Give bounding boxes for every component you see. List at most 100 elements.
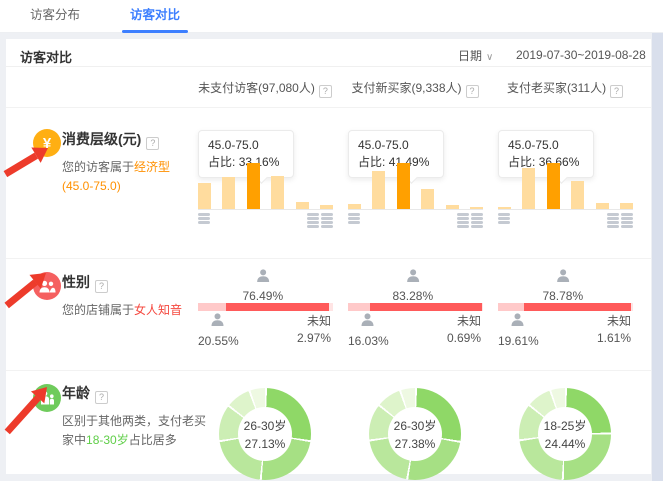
male-icon	[510, 313, 525, 330]
tooltip-range: 45.0-75.0	[508, 137, 584, 154]
gender-chart-unpaid: 76.49% 20.55% 未知 2.97%	[190, 258, 340, 370]
tab-visitor-compare[interactable]: 访客对比	[128, 0, 182, 33]
unknown-label: 未知	[297, 313, 331, 330]
age-bucket: 18-25岁	[544, 417, 587, 434]
tooltip-range: 45.0-75.0	[358, 137, 434, 154]
coins-low-icon	[498, 213, 510, 224]
female-icon	[405, 269, 420, 286]
chevron-down-icon: ∨	[486, 52, 493, 63]
consumption-level-row: ¥ 消费层级(元)? 您的访客属于经济型(45.0-75.0) 45.0-75.…	[6, 108, 651, 258]
gender-people-icon	[33, 272, 61, 300]
spend-scale	[348, 213, 483, 228]
age-donut-chart[interactable]: 26-30岁 27.13%	[219, 388, 311, 480]
gender-row: 性别? 您的店铺属于女人知音 76.49% 20.55%	[6, 258, 651, 370]
help-icon[interactable]: ?	[610, 85, 623, 98]
age-donut-chart[interactable]: 26-30岁 27.38%	[369, 388, 461, 480]
date-range-value[interactable]: 2019-07-30~2019-08-28	[516, 48, 646, 62]
consumption-bar-chart[interactable]	[348, 163, 483, 210]
donut-center-label: 18-25岁 24.44%	[519, 388, 611, 480]
age-row: 年龄? 区别于其他两类，支付老买家中18-30岁占比居多 26-30岁 27.1…	[6, 370, 651, 474]
gender-chart-new-buyers: 83.28% 16.03% 未知 0.69%	[340, 258, 490, 370]
female-icon	[555, 269, 570, 286]
age-chart-unpaid: 26-30岁 27.13%	[190, 370, 340, 474]
female-stat: 83.28%	[392, 269, 433, 303]
unknown-segment	[329, 303, 333, 311]
help-icon[interactable]: ?	[466, 85, 479, 98]
male-percentage: 16.03%	[348, 334, 389, 348]
spend-scale	[198, 213, 333, 228]
desc-highlight: 18-30岁	[86, 433, 129, 447]
donut-center-label: 26-30岁 27.38%	[369, 388, 461, 480]
help-icon[interactable]: ?	[95, 280, 108, 293]
gender-stacked-bar[interactable]	[498, 303, 633, 311]
male-percentage: 20.55%	[198, 334, 239, 348]
yen-icon: ¥	[33, 129, 61, 157]
consumption-bar-chart[interactable]	[498, 163, 633, 210]
help-icon[interactable]: ?	[95, 391, 108, 404]
coins-low-icon	[198, 213, 210, 224]
column-header-label: 支付新买家(9,338人)	[351, 81, 461, 95]
column-header-unpaid-visitors: 未支付访客(97,080人)?	[190, 79, 340, 98]
row-title-consumption: 消费层级(元)	[62, 131, 141, 147]
unknown-stat: 未知 2.97%	[297, 313, 331, 347]
female-segment	[226, 303, 329, 311]
gender-chart-repeat-buyers: 78.78% 19.61% 未知 1.61%	[490, 258, 640, 370]
consumption-chart-new-buyers: 45.0-75.0 占比: 41.49%	[340, 108, 490, 258]
age-donut-chart[interactable]: 18-25岁 24.44%	[519, 388, 611, 480]
male-segment	[498, 303, 524, 311]
row-title-gender: 性别	[62, 274, 90, 290]
help-icon[interactable]: ?	[146, 137, 159, 150]
spend-scale	[498, 213, 633, 228]
panel-header: 访客对比 日期∨ 2019-07-30~2019-08-28	[6, 39, 651, 67]
desc-text: 您的店铺属于	[62, 303, 134, 317]
unknown-segment	[482, 303, 483, 311]
date-filter-dropdown[interactable]: 日期∨	[458, 47, 493, 64]
female-stat: 76.49%	[242, 269, 283, 303]
donut-center-label: 26-30岁 27.13%	[219, 388, 311, 480]
female-stat: 78.78%	[542, 269, 583, 303]
panel-title: 访客对比	[20, 47, 72, 66]
yen-glyph: ¥	[43, 135, 51, 152]
female-segment	[370, 303, 482, 311]
consumption-description: 您的访客属于经济型(45.0-75.0)	[62, 158, 188, 196]
age-percentage: 24.44%	[545, 437, 586, 451]
coins-high-icon	[307, 213, 333, 228]
desc-text: 您的访客属于	[62, 160, 134, 174]
female-icon	[255, 269, 270, 286]
male-segment	[348, 303, 370, 311]
tab-visitor-distribution[interactable]: 访客分布	[28, 0, 82, 33]
male-segment	[198, 303, 226, 311]
desc-highlight: 女人知音	[134, 303, 182, 317]
unknown-label: 未知	[447, 313, 481, 330]
age-bucket: 26-30岁	[244, 417, 287, 434]
gender-stacked-bar[interactable]	[348, 303, 483, 311]
tab-bar: 访客分布 访客对比	[0, 0, 663, 33]
male-percentage: 19.61%	[498, 334, 539, 348]
unknown-percentage: 0.69%	[447, 330, 481, 347]
male-stat: 20.55%	[198, 313, 239, 348]
unknown-stat: 未知 1.61%	[597, 313, 631, 347]
unknown-percentage: 1.61%	[597, 330, 631, 347]
unknown-label: 未知	[597, 313, 631, 330]
male-icon	[210, 313, 225, 330]
consumption-chart-repeat-buyers: 45.0-75.0 占比: 36.66%	[490, 108, 640, 258]
male-icon	[360, 313, 375, 330]
coins-high-icon	[607, 213, 633, 228]
visitor-compare-panel: 访客对比 日期∨ 2019-07-30~2019-08-28 未支付访客(97,…	[6, 39, 651, 474]
unknown-stat: 未知 0.69%	[447, 313, 481, 347]
coins-high-icon	[457, 213, 483, 228]
female-percentage: 76.49%	[242, 289, 283, 303]
consumption-bar-chart[interactable]	[198, 163, 333, 210]
gender-stacked-bar[interactable]	[198, 303, 333, 311]
column-header-repeat-buyers: 支付老买家(311人)?	[490, 79, 640, 98]
male-stat: 19.61%	[498, 313, 539, 348]
row-title-age: 年龄	[62, 385, 90, 401]
help-icon[interactable]: ?	[319, 85, 332, 98]
column-header-new-buyers: 支付新买家(9,338人)?	[340, 79, 490, 98]
age-chart-repeat-buyers: 18-25岁 24.44%	[490, 370, 640, 474]
coins-low-icon	[348, 213, 360, 224]
female-percentage: 78.78%	[542, 289, 583, 303]
unknown-segment	[631, 303, 633, 311]
unknown-percentage: 2.97%	[297, 330, 331, 347]
consumption-chart-unpaid: 45.0-75.0 占比: 33.16%	[190, 108, 340, 258]
